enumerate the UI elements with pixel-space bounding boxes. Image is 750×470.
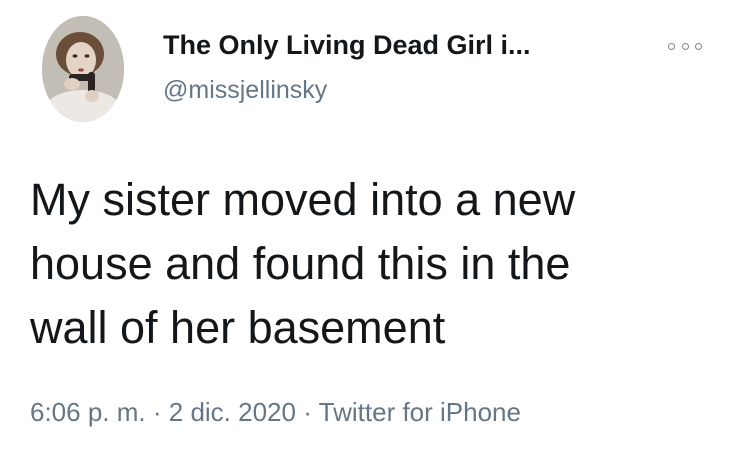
- more-options-icon: [681, 42, 689, 50]
- tweet-card: The Only Living Dead Girl i... @missjell…: [0, 0, 750, 470]
- more-options-icon: [668, 42, 675, 50]
- tweet-meta: 6:06 p. m. · 2 dic. 2020 · Twitter for i…: [30, 397, 521, 428]
- meta-separator: ·: [152, 397, 162, 427]
- tweet-date[interactable]: 2 dic. 2020: [169, 397, 296, 427]
- more-options-button[interactable]: [668, 38, 702, 54]
- user-handle[interactable]: @missjellinsky: [163, 76, 327, 105]
- profile-photo-icon: [42, 16, 124, 122]
- tweet-text-line: wall of her basement: [30, 302, 446, 353]
- tweet-time[interactable]: 6:06 p. m.: [30, 397, 146, 427]
- display-name[interactable]: The Only Living Dead Girl i...: [163, 30, 531, 61]
- tweet-text-line: My sister moved into a new: [30, 174, 576, 225]
- more-options-icon: [695, 42, 702, 50]
- avatar[interactable]: [42, 16, 124, 122]
- meta-separator: ·: [303, 397, 312, 427]
- tweet-source[interactable]: Twitter for iPhone: [319, 397, 521, 427]
- tweet-text: My sister moved into a new house and fou…: [30, 168, 720, 360]
- tweet-text-line: house and found this in the: [30, 238, 571, 289]
